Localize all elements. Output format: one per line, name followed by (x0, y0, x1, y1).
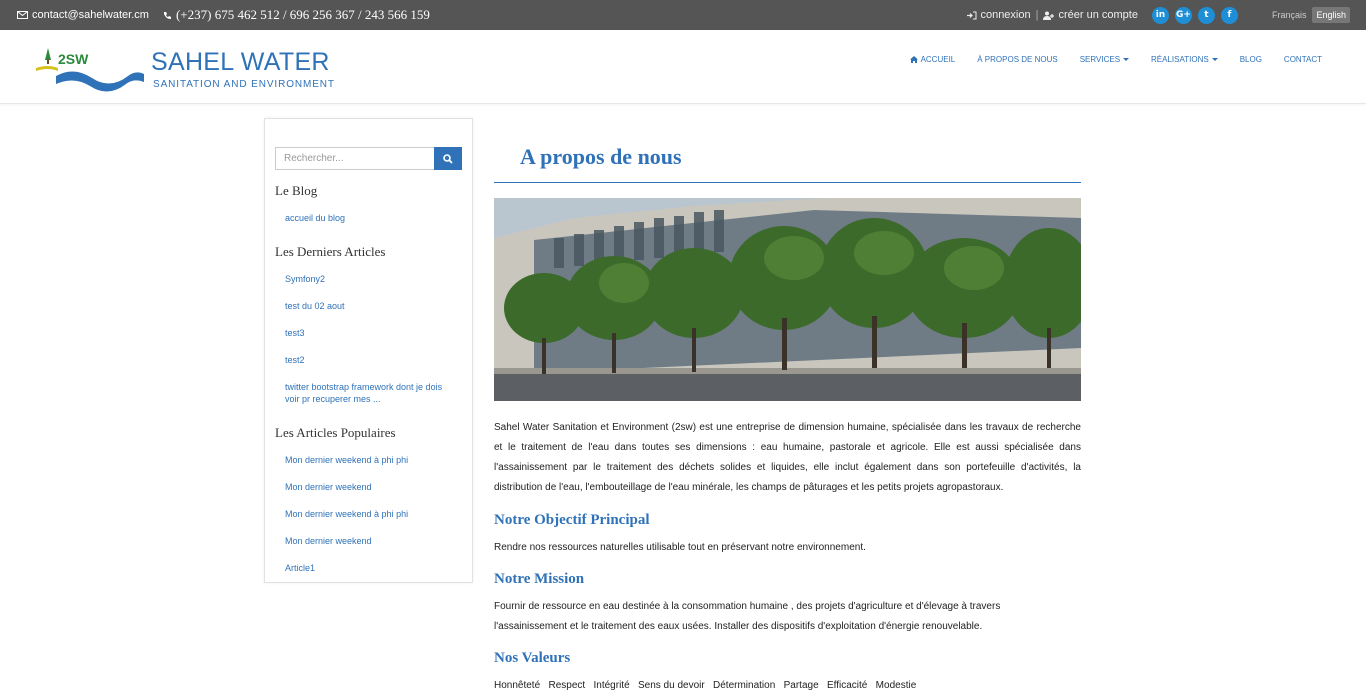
blog-home-link[interactable]: accueil du blog (285, 212, 455, 224)
blog-heading: Le Blog (275, 183, 318, 198)
page-title: A propos de nous (520, 144, 682, 169)
popular-article-link[interactable]: Mon dernier weekend (285, 481, 455, 493)
latest-article-link[interactable]: Symfony2 (285, 273, 455, 285)
chevron-down-icon (1211, 57, 1218, 61)
latest-article-link[interactable]: twitter bootstrap framework dont je dois… (285, 381, 455, 405)
login-link[interactable]: connexion (980, 9, 1030, 21)
search-form (275, 147, 462, 170)
lang-english[interactable]: English (1312, 7, 1350, 23)
popular-articles-heading: Les Articles Populaires (275, 425, 396, 440)
main-nav: ACCUEIL À PROPOS DE NOUS SERVICES RÉALIS… (909, 30, 1322, 88)
search-icon (443, 153, 453, 164)
search-button[interactable] (434, 147, 462, 170)
user-plus-icon (1043, 11, 1055, 20)
top-bar-right: connexion | créer un compte in G+ t f Fr… (967, 0, 1350, 30)
popular-article-link[interactable]: Article1 (285, 562, 455, 574)
title-divider (494, 182, 1081, 183)
auth-separator: | (1035, 9, 1039, 21)
lang-french[interactable]: Français (1272, 10, 1307, 20)
nav-realisations-label: RÉALISATIONS (1151, 54, 1209, 64)
language-switcher: Français English (1272, 7, 1350, 23)
mission-heading: Notre Mission (494, 571, 585, 587)
phone-info: (+237) 675 462 512 / 696 256 367 / 243 5… (163, 7, 430, 23)
objective-heading: Notre Objectif Principal (494, 512, 650, 528)
values-heading: Nos Valeurs (494, 650, 571, 666)
signup-link[interactable]: créer un compte (1058, 9, 1137, 21)
home-icon (909, 55, 918, 63)
search-input[interactable] (275, 147, 434, 170)
brand-name: SAHEL WATER (151, 48, 330, 76)
chevron-down-icon (1123, 57, 1130, 61)
latest-articles-heading: Les Derniers Articles (275, 244, 386, 259)
facebook-icon[interactable]: f (1220, 6, 1238, 24)
latest-article-link[interactable]: test3 (285, 327, 455, 339)
values-text: Honnêteté Respect Intégrité Sens du devo… (494, 680, 917, 691)
nav-realisations[interactable]: RÉALISATIONS (1151, 55, 1218, 64)
auth-links: connexion | créer un compte (967, 9, 1138, 21)
nav-blog-label: BLOG (1239, 54, 1262, 64)
email-link[interactable]: contact@sahelwater.cm (17, 9, 149, 21)
latest-article-link[interactable]: test du 02 aout (285, 300, 455, 312)
linkedin-icon[interactable]: in (1151, 6, 1169, 24)
latest-article-link[interactable]: test2 (285, 354, 455, 366)
nav-services-label: SERVICES (1079, 54, 1121, 64)
email-text: contact@sahelwater.cm (32, 9, 149, 21)
mission-text: Fournir de ressource en eau destinée à l… (494, 601, 1001, 632)
nav-contact[interactable]: CONTACT (1284, 55, 1322, 64)
popular-article-link[interactable]: Mon dernier weekend à phi phi (285, 508, 455, 520)
nav-contact-label: CONTACT (1283, 54, 1322, 64)
site-logo[interactable]: 2SW SAHEL WATER SANITATION AND ENVIRONME… (34, 42, 344, 92)
top-bar: contact@sahelwater.cm (+237) 675 462 512… (0, 0, 1366, 30)
nav-about[interactable]: À PROPOS DE NOUS (977, 55, 1057, 64)
blog-sidebar: Le Blog accueil du blog Les Derniers Art… (264, 118, 473, 583)
objective-text: Rendre nos ressources naturelles utilisa… (494, 542, 866, 553)
popular-article-link[interactable]: Mon dernier weekend (285, 535, 455, 547)
sign-in-icon (967, 11, 977, 19)
building-photo (494, 198, 1081, 401)
brand-tagline: SANITATION AND ENVIRONMENT (153, 79, 335, 90)
popular-article-link[interactable]: Mon dernier weekend à phi phi (285, 454, 455, 466)
envelope-icon (17, 11, 28, 19)
intro-paragraph: Sahel Water Sanitation et Environment (2… (494, 422, 1081, 493)
logo-mark: 2SW (36, 48, 144, 92)
nav-about-label: À PROPOS DE NOUS (977, 54, 1058, 64)
nav-blog[interactable]: BLOG (1240, 55, 1262, 64)
phone-icon (163, 11, 171, 19)
svg-text:2SW: 2SW (58, 51, 89, 67)
nav-services[interactable]: SERVICES (1079, 54, 1130, 64)
contact-info: contact@sahelwater.cm (+237) 675 462 512… (17, 0, 430, 30)
phone-text: (+237) 675 462 512 / 696 256 367 / 243 5… (175, 7, 430, 22)
google-plus-icon[interactable]: G+ (1174, 6, 1192, 24)
nav-home[interactable]: ACCUEIL (909, 54, 956, 64)
site-header: 2SW SAHEL WATER SANITATION AND ENVIRONME… (0, 30, 1366, 104)
social-links: in G+ t f (1151, 6, 1238, 24)
nav-home-label: ACCUEIL (920, 54, 956, 64)
twitter-icon[interactable]: t (1197, 6, 1215, 24)
